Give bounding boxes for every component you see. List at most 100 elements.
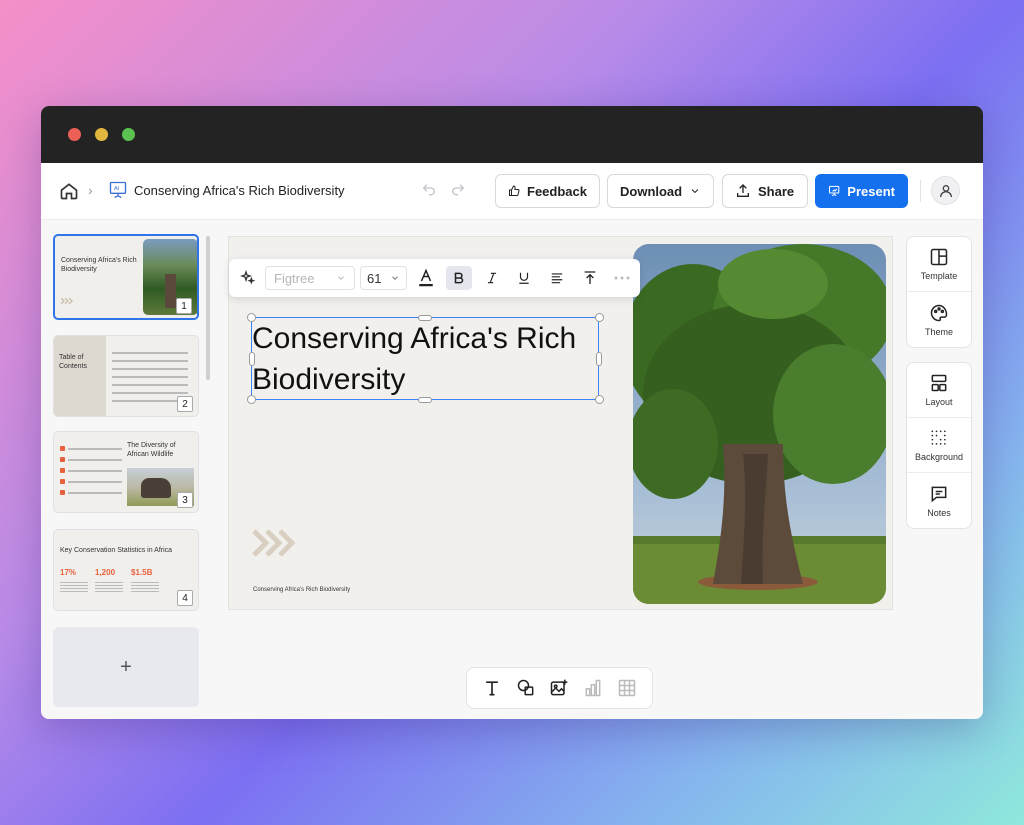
template-icon [930, 248, 948, 266]
slide-thumbnail-3[interactable]: The Diversity of African Wildlife 3 [53, 431, 199, 513]
align-top-icon [584, 271, 596, 284]
more-options-button[interactable] [609, 266, 635, 290]
maximize-window-button[interactable] [122, 128, 135, 141]
thumb-title: The Diversity of African Wildlife [127, 442, 176, 458]
slide-thumbnail-4[interactable]: Key Conservation Statistics in Africa 17… [53, 529, 199, 611]
underline-button[interactable] [511, 266, 537, 290]
chevron-down-icon [392, 276, 398, 280]
slide-thumbnail-2[interactable]: Table of Contents 2 [53, 335, 199, 417]
redo-icon[interactable] [450, 182, 466, 198]
user-icon [939, 184, 952, 197]
undo-icon[interactable] [421, 182, 437, 198]
share-label: Share [758, 183, 795, 199]
text-color-icon [419, 268, 433, 287]
svg-text:AI: AI [114, 186, 120, 192]
right-panel-group-1: Template Theme [906, 236, 972, 348]
notes-button[interactable]: Notes [907, 473, 971, 528]
align-left-icon [551, 273, 563, 284]
sparkle-icon [240, 270, 256, 285]
template-button[interactable]: Template [907, 237, 971, 292]
ai-magic-button[interactable] [235, 266, 261, 290]
theme-button[interactable]: Theme [907, 292, 971, 347]
resize-handle-tr[interactable] [595, 313, 604, 322]
layout-icon [931, 374, 947, 392]
thumb-title: Table of Contents [59, 354, 88, 370]
resize-handle-tl[interactable] [247, 313, 256, 322]
vertical-align-button[interactable] [577, 266, 603, 290]
theme-label: Theme [924, 326, 953, 337]
top-bar: › AI Conserving Africa's Rich Biodiversi… [41, 163, 983, 220]
thumb-title: Key Conservation Statistics in Africa [60, 547, 173, 554]
layout-button[interactable]: Layout [907, 363, 971, 418]
slide-number: 2 [177, 396, 193, 412]
right-panel-group-2: Layout Background Notes [906, 362, 972, 529]
more-horizontal-icon [614, 276, 630, 280]
shapes-icon[interactable] [516, 678, 536, 698]
stat-value: 17% [60, 568, 77, 577]
slide-number: 1 [176, 298, 192, 314]
close-window-button[interactable] [68, 128, 81, 141]
font-family-value: Figtree [274, 270, 315, 286]
thumb-title: Conserving Africa's Rich Biodiversity [61, 257, 137, 273]
slide-footer-text: Conserving Africa's Rich Biodiversity [253, 587, 351, 593]
font-family-select[interactable]: Figtree [265, 266, 355, 290]
chevron-down-icon [691, 189, 699, 194]
app-window: › AI Conserving Africa's Rich Biodiversi… [41, 106, 983, 719]
editor: › AI Conserving Africa's Rich Biodiversi… [41, 163, 983, 719]
present-label: Present [847, 183, 895, 199]
resize-handle-bl[interactable] [247, 395, 256, 404]
resize-handle-right[interactable] [596, 352, 602, 366]
notes-icon [931, 486, 947, 502]
font-size-select[interactable]: 61 [360, 266, 407, 290]
slide-number: 4 [177, 590, 193, 606]
text-tool-icon[interactable] [482, 678, 502, 698]
home-icon[interactable] [59, 181, 79, 201]
italic-button[interactable] [479, 266, 505, 290]
slides-panel: Conserving Africa's Rich Biodiversity 1 … [41, 220, 212, 719]
share-button[interactable]: Share [722, 174, 808, 208]
stat-value: $1.5B [131, 568, 153, 577]
font-size-value: 61 [367, 270, 382, 286]
upload-icon [737, 184, 749, 197]
layout-label: Layout [925, 397, 953, 407]
chevron-down-icon [338, 276, 344, 280]
resize-handle-br[interactable] [595, 395, 604, 404]
document-title[interactable]: Conserving Africa's Rich Biodiversity [134, 183, 345, 198]
background-button[interactable]: Background [907, 418, 971, 473]
baobab-tree-image[interactable] [633, 244, 886, 604]
background-grid-icon [931, 430, 946, 445]
chevron-right-icon: › [88, 182, 93, 198]
notes-label: Notes [927, 507, 951, 518]
resize-handle-left[interactable] [249, 352, 255, 366]
feedback-button[interactable]: Feedback [495, 174, 600, 208]
divider [920, 180, 921, 202]
slide-number: 3 [177, 492, 193, 508]
bold-button[interactable] [446, 266, 472, 290]
template-label: Template [920, 271, 958, 281]
slide-thumbnail-1[interactable]: Conserving Africa's Rich Biodiversity 1 [53, 234, 199, 320]
download-button[interactable]: Download [607, 174, 714, 208]
slides-scrollbar[interactable] [206, 236, 210, 380]
underline-icon [519, 272, 529, 284]
presentation-icon: AI [109, 181, 127, 199]
table-icon[interactable] [617, 678, 637, 698]
avatar[interactable] [931, 176, 960, 205]
insert-toolbar [466, 667, 653, 709]
resize-handle-top[interactable] [418, 315, 432, 321]
text-format-toolbar: Figtree 61 [229, 259, 640, 297]
italic-icon [487, 272, 497, 284]
align-button[interactable] [544, 266, 570, 290]
present-button[interactable]: Present [815, 174, 908, 208]
present-icon [829, 185, 840, 197]
text-color-button[interactable] [413, 266, 439, 290]
thumbs-up-icon [509, 185, 520, 197]
resize-handle-bottom[interactable] [418, 397, 432, 403]
feedback-label: Feedback [527, 183, 587, 199]
window-titlebar [41, 106, 983, 163]
background-label: Background [914, 452, 964, 462]
add-slide-button[interactable]: + [53, 627, 199, 707]
download-label: Download [620, 183, 683, 199]
add-image-icon[interactable] [549, 678, 569, 698]
minimize-window-button[interactable] [95, 128, 108, 141]
chart-icon[interactable] [583, 678, 603, 698]
